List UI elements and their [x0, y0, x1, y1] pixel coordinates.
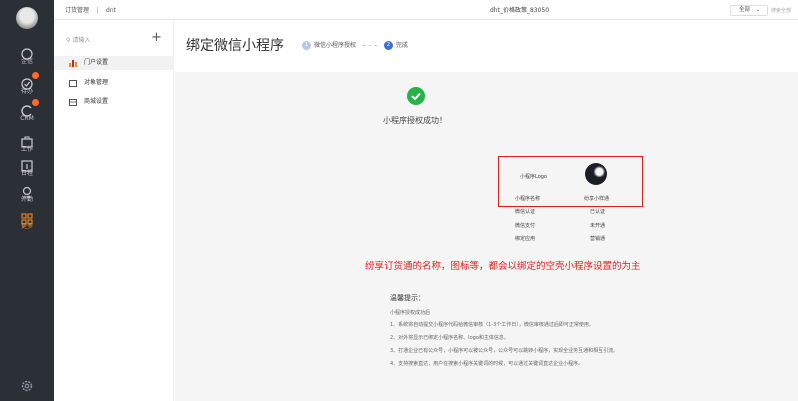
- step-label: 微信小程序授权: [314, 42, 357, 49]
- calendar-icon: [20, 157, 34, 172]
- folder-icon: [69, 79, 77, 87]
- tip-line: 4、支持搜索直达，用户在搜索小程序关键词的时候，可以通过关键词直达企业小程序。: [390, 361, 584, 367]
- info-value: 未开通: [590, 223, 606, 229]
- success-message: 小程序授权成功！: [383, 116, 447, 125]
- rail-item-more[interactable]: 更多: [0, 210, 54, 236]
- step-number: 2: [383, 41, 393, 50]
- mini-program-logo: [585, 163, 607, 185]
- sidebar-item-label: 对象管理: [84, 79, 109, 86]
- step-authorize: 1 微信小程序授权: [302, 40, 356, 50]
- sidebar-item-portal[interactable]: 门户设置: [54, 56, 174, 70]
- tip-line: 2、对外将显示已绑定小程序名称、logo和主体信息。: [390, 335, 509, 341]
- step-number: 1: [302, 41, 311, 50]
- grid-icon: [20, 210, 34, 225]
- logo-label: 小程序Logo: [520, 174, 547, 180]
- scope-label: 全部: [739, 7, 751, 13]
- info-label: 绑定应用: [515, 236, 536, 242]
- tip-line: 小程序授权成功后: [390, 310, 431, 316]
- sidebar-item-store[interactable]: 商城设置: [54, 95, 174, 109]
- bar-chart-icon: [69, 59, 77, 67]
- global-search-input[interactable]: 搜索全部: [771, 7, 791, 14]
- annotation-text: 纷享订货通的名称，图标等，都会以绑定的空壳小程序设置的为主: [365, 261, 641, 272]
- todo-icon: [20, 72, 39, 90]
- rail-item-calendar[interactable]: 日程: [0, 157, 54, 183]
- info-value: 已认证: [590, 209, 606, 215]
- sidebar-item-label: 门户设置: [84, 59, 109, 66]
- rail-item-chat[interactable]: 企信: [0, 45, 54, 71]
- notification-badge: [32, 72, 39, 79]
- chevron-down-icon: ⌄: [755, 7, 761, 13]
- store-icon: [69, 98, 77, 106]
- step-connector: [362, 44, 377, 46]
- add-button[interactable]: +: [151, 30, 162, 45]
- info-value: 纷享小样通: [584, 196, 610, 202]
- main-panel: 绑定微信小程序 1 微信小程序授权 2 完成: [175, 20, 798, 401]
- chat-icon: [20, 45, 34, 60]
- step-indicator: 1 微信小程序授权 2 完成: [302, 40, 408, 50]
- sidebar-search-input[interactable]: ⚲ 请输入: [66, 35, 90, 44]
- tips-title: 温馨提示：: [390, 294, 425, 302]
- sidebar-item-objects[interactable]: 对象管理: [54, 76, 174, 90]
- settings-sidebar: ⚲ 请输入 + 门户设置 对象管理 商城设置: [54, 20, 174, 401]
- sidebar-item-label: 商城设置: [84, 98, 109, 105]
- app-window: 企信 待办 CRM 工作 日程 外勤 更多 订货管理 dnt dht_价格政策_…: [0, 0, 798, 401]
- rail-item-crm[interactable]: CRM: [0, 99, 54, 128]
- page-title: 绑定微信小程序: [186, 38, 284, 54]
- step-complete: 2 完成: [383, 40, 408, 50]
- top-bar: 订货管理 dnt dht_价格政策_83050 全部 ⌄ 搜索全部: [54, 0, 798, 20]
- info-value: 营销通: [590, 236, 606, 242]
- tip-line: 3、打通企业已有公众号，小程序可以被公众号，公众号可以跳转小程序，实现全业务互通…: [390, 348, 619, 354]
- rail-item-todo[interactable]: 待办: [0, 72, 54, 101]
- avatar[interactable]: [16, 7, 38, 29]
- location-icon: [20, 183, 34, 198]
- success-check-icon: [407, 87, 425, 105]
- rail-item-location[interactable]: 外勤: [0, 183, 54, 209]
- app-rail: 企信 待办 CRM 工作 日程 外勤 更多: [0, 0, 54, 401]
- scope-dropdown[interactable]: 全部 ⌄: [730, 5, 768, 16]
- gear-icon[interactable]: [20, 378, 34, 392]
- info-label: 微信认证: [515, 209, 536, 215]
- info-label: 微信支付: [515, 223, 536, 229]
- rail-item-work[interactable]: 工作: [0, 133, 54, 159]
- info-label: 小程序名称: [515, 196, 541, 202]
- crm-icon: [20, 99, 39, 117]
- breadcrumb-item[interactable]: 订货管理: [65, 7, 89, 14]
- search-icon: ⚲: [66, 37, 71, 44]
- breadcrumb-item[interactable]: dnt: [106, 7, 116, 14]
- work-icon: [20, 133, 34, 148]
- window-title: dht_价格政策_83050: [490, 7, 550, 14]
- tip-line: 1、系统将自动提交小程序代码给微信审核（1-3个工作日），微信审核通过后即可正常…: [390, 322, 594, 328]
- step-label: 完成: [395, 42, 408, 49]
- notification-badge: [32, 99, 39, 106]
- breadcrumb: 订货管理 dnt: [65, 5, 124, 14]
